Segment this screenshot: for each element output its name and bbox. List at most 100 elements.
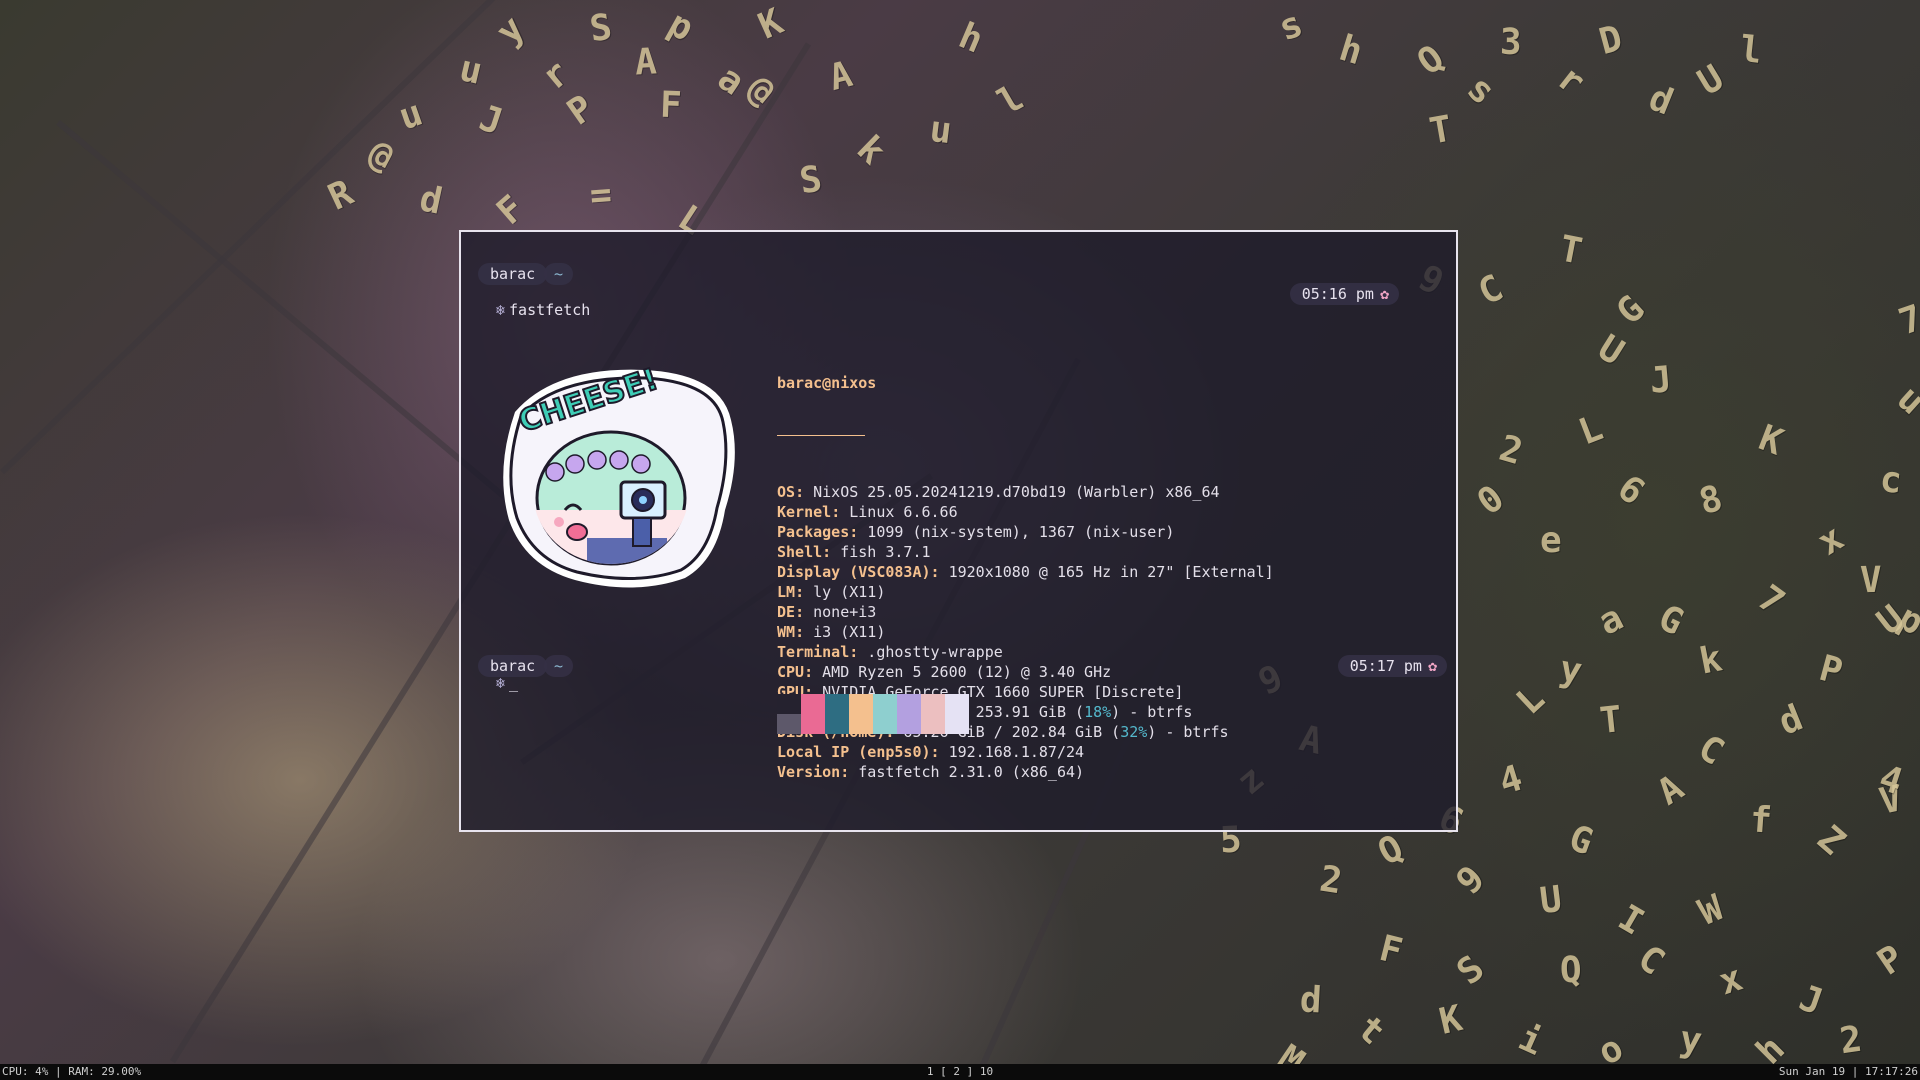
wallpaper-glyph: 8 [1694, 477, 1727, 524]
info-row: Local IP (enp5s0): 192.168.1.87/24 [777, 742, 1274, 762]
info-key: CPU [777, 663, 805, 681]
wallpaper-glyph: s [1273, 3, 1309, 50]
wallpaper-glyph: u [393, 92, 428, 139]
swatch-bright [777, 714, 801, 734]
wallpaper-glyph: 9 [1448, 858, 1493, 903]
workspace-list[interactable]: 1 [ 2 ] 10 [927, 1065, 993, 1078]
swatch-normal [801, 694, 825, 714]
wallpaper-glyph: J [1648, 359, 1674, 402]
info-key: Packages [777, 523, 850, 541]
info-key: WM [777, 623, 796, 641]
workspace-indicator[interactable]: 1 [ 2 ] 10 [0, 1064, 1920, 1080]
swatch-normal [945, 694, 969, 714]
wallpaper-glyph: Q [1371, 827, 1411, 874]
wallpaper-glyph: y [488, 8, 534, 53]
prompt-dir-badge: ~ [544, 655, 574, 677]
info-separator: : [795, 623, 805, 641]
wallpaper-stroke [0, 0, 508, 475]
info-row: Version: fastfetch 2.31.0 (x86_64) [777, 762, 1274, 782]
wallpaper-glyph: U [1590, 327, 1631, 374]
snowflake-icon: ❄ [496, 301, 506, 319]
prompt-clock: 05:17 pm ✿ [1337, 655, 1447, 677]
wallpaper-glyph: l [1737, 28, 1764, 73]
wallpaper-glyph: Q [1410, 37, 1452, 84]
wallpaper-glyph: d [1643, 77, 1679, 124]
wallpaper-glyph: @ [361, 132, 401, 179]
wallpaper-glyph: L [1573, 407, 1609, 454]
prompt-dir: ~ [554, 657, 564, 675]
info-separator: : [840, 763, 850, 781]
wallpaper-glyph: T [1426, 108, 1456, 153]
user-host: barac@nixos [777, 374, 877, 392]
info-row: Kernel: Linux 6.6.66 [777, 502, 1274, 522]
info-value: none+i3 [804, 603, 877, 621]
info-key: LM [777, 583, 796, 601]
info-key: Local IP (enp5s0) [777, 743, 931, 761]
wallpaper-glyph: U [1537, 878, 1565, 923]
terminal-window[interactable]: barac ~ 05:16 pm ✿ ❄ fastfetch CHEESE! b… [459, 230, 1458, 832]
color-swatch [777, 694, 801, 734]
wallpaper-glyph: U [1690, 57, 1731, 104]
info-value: fastfetch 2.31.0 (x86_64) [849, 763, 1085, 781]
info-separator: : [804, 663, 814, 681]
wallpaper-glyph: h [952, 15, 989, 62]
info-row: LM: ly (X11) [777, 582, 1274, 602]
wallpaper-glyph: k [1696, 638, 1726, 683]
prompt-time: 05:17 pm [1349, 657, 1422, 675]
swatch-normal [825, 694, 849, 714]
info-value: i3 (X11) [804, 623, 886, 641]
color-swatch [945, 694, 969, 734]
info-separator: : [795, 483, 805, 501]
info-row: WM: i3 (X11) [777, 622, 1274, 642]
info-row: OS: NixOS 25.05.20241219.d70bd19 (Warble… [777, 482, 1274, 502]
info-row: DE: none+i3 [777, 602, 1274, 622]
swatch-bright [897, 714, 921, 734]
wallpaper-glyph: F [1375, 927, 1407, 974]
command-input[interactable]: ❄ _ [496, 674, 518, 692]
swatch-bright [801, 714, 825, 734]
wallpaper-glyph: C [1690, 727, 1731, 774]
wallpaper-glyph: k [848, 128, 893, 173]
wallpaper-glyph: t [1349, 1007, 1393, 1054]
wallpaper-glyph: a [1591, 597, 1630, 644]
wallpaper-glyph: J [1793, 977, 1828, 1024]
info-row: Display (VSC083A): 1920x1080 @ 165 Hz in… [777, 562, 1274, 582]
wallpaper-glyph: y [1677, 1018, 1705, 1063]
wallpaper-glyph: T [1556, 228, 1586, 273]
info-separator: : [795, 583, 805, 601]
color-palette [777, 694, 969, 734]
wallpaper-glyph: 6 [1609, 467, 1652, 514]
wallpaper-glyph: G [1652, 597, 1690, 644]
wallpaper-glyph: F [489, 187, 533, 234]
snowflake-icon: ❄ [496, 674, 506, 692]
info-value: ly (X11) [804, 583, 886, 601]
wallpaper-glyph: = [588, 174, 614, 217]
status-bar: CPU: 4% | RAM: 29.00% 1 [ 2 ] 10 Sun Jan… [0, 1064, 1920, 1080]
wallpaper-glyph: W [1692, 887, 1729, 934]
prompt-clock: 05:16 pm ✿ [1289, 283, 1399, 305]
wallpaper-glyph: h [1748, 1028, 1794, 1064]
wallpaper-glyph: c [1878, 459, 1904, 502]
info-value: 1920x1080 @ 165 Hz in 27" [External] [939, 563, 1274, 581]
wallpaper-glyph: F [659, 84, 683, 127]
info-separator: : [849, 643, 859, 661]
system-info: barac@nixos OS: NixOS 25.05.20241219.d70… [777, 333, 1274, 822]
wallpaper-glyph: l [991, 77, 1031, 124]
title-underline [777, 435, 865, 436]
info-suffix: ) - btrfs [1147, 723, 1229, 741]
info-row: CPU: AMD Ryzen 5 2600 (12) @ 3.40 GHz [777, 662, 1274, 682]
wallpaper-glyph: G [1609, 288, 1653, 333]
info-value: Linux 6.6.66 [840, 503, 958, 521]
wallpaper-glyph: p [661, 3, 701, 50]
wallpaper-glyph: K [752, 1, 790, 48]
wallpaper-glyph: u [1889, 378, 1920, 423]
color-swatch [873, 694, 897, 734]
wallpaper-glyph: d [1298, 979, 1323, 1022]
info-value: fish 3.7.1 [831, 543, 931, 561]
wallpaper-glyph: J [474, 97, 508, 144]
wallpaper-glyph: o [1591, 1027, 1631, 1064]
swatch-bright [873, 714, 897, 734]
info-key: Kernel [777, 503, 832, 521]
wallpaper-glyph: P [560, 87, 602, 134]
info-separator: : [795, 603, 805, 621]
